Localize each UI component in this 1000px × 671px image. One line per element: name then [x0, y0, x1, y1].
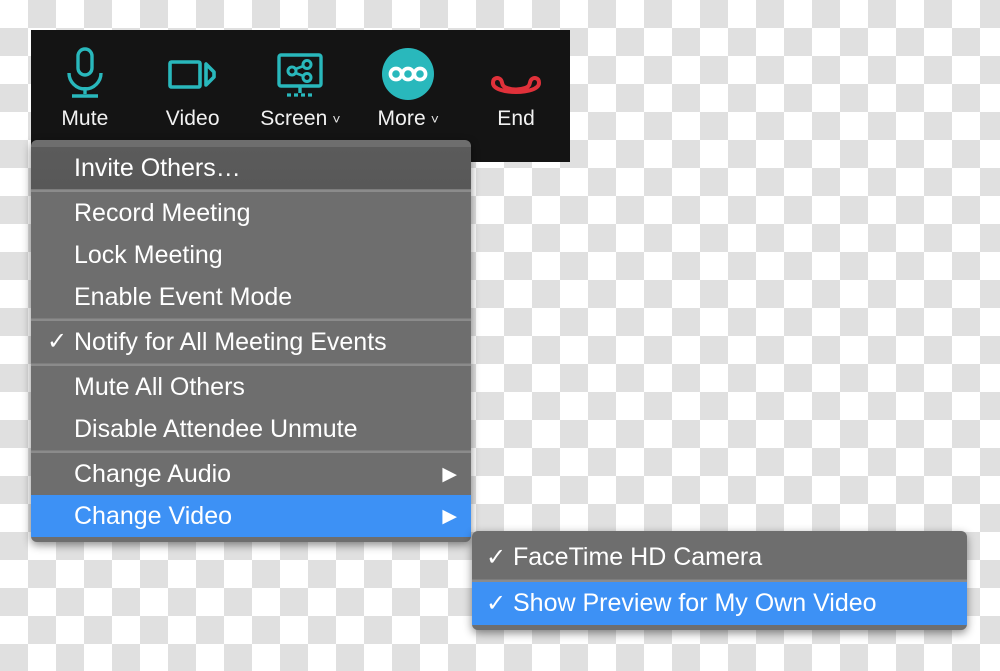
menu-item-label: Change Video: [74, 504, 432, 529]
menu-item-label: Invite Others…: [74, 156, 457, 181]
screen-share-icon: [274, 44, 326, 106]
menu-item-label: Lock Meeting: [74, 243, 457, 268]
more-dropdown-menu: ✓Invite Others…✓Record Meeting✓Lock Meet…: [31, 140, 471, 542]
menu-item-label: Record Meeting: [74, 201, 457, 226]
toolbar-label-mute-text: Mute: [61, 108, 108, 129]
checkmark-placeholder: ✓: [47, 243, 74, 267]
more-ellipsis-icon: [379, 44, 437, 106]
menu-top-padding: [31, 140, 471, 147]
toolbar-label-end-text: End: [497, 108, 535, 129]
menu-item-disable-attendee-unmute[interactable]: ✓Disable Attendee Unmute: [31, 408, 471, 450]
menu-item-change-video[interactable]: ✓Change Video ▶: [31, 495, 471, 537]
chevron-down-icon: ˅: [332, 112, 340, 126]
menu-section-invite: ✓Invite Others…: [31, 147, 471, 189]
checkmark-placeholder: ✓: [47, 375, 74, 399]
microphone-icon: [62, 44, 108, 106]
menu-item-label: Enable Event Mode: [74, 285, 457, 310]
toolbar-label-video-text: Video: [166, 108, 220, 129]
checkmark-placeholder: ✓: [47, 285, 74, 309]
menu-item-label: Show Preview for My Own Video: [513, 591, 953, 616]
menu-section-preview: ✓Show Preview for My Own Video: [472, 582, 967, 625]
toolbar-label-video: Video: [166, 108, 220, 129]
menu-item-record-meeting[interactable]: ✓Record Meeting: [31, 192, 471, 234]
menu-section-meeting-controls: ✓Record Meeting✓Lock Meeting✓Enable Even…: [31, 192, 471, 318]
menu-item-enable-event-mode[interactable]: ✓Enable Event Mode: [31, 276, 471, 318]
checkmark-placeholder: ✓: [47, 201, 74, 225]
toolbar-label-mute: Mute: [61, 108, 108, 129]
change-video-submenu: ✓FaceTime HD Camera✓Show Preview for My …: [472, 531, 967, 630]
menu-item-lock-meeting[interactable]: ✓Lock Meeting: [31, 234, 471, 276]
menu-item-show-preview-for-my-own-video[interactable]: ✓Show Preview for My Own Video: [472, 582, 967, 625]
checkmark-icon: ✓: [47, 330, 74, 354]
menu-item-label: Change Audio: [74, 462, 432, 487]
toolbar-button-end[interactable]: End: [462, 30, 570, 162]
video-camera-icon: [166, 44, 220, 106]
submenu-arrow-icon: ▶: [442, 507, 457, 526]
toolbar-label-end: End: [497, 108, 535, 129]
menu-section-cameras: ✓FaceTime HD Camera: [472, 536, 967, 579]
checkmark-placeholder: ✓: [47, 417, 74, 441]
menu-item-label: FaceTime HD Camera: [513, 545, 953, 570]
toolbar-label-screen-text: Screen: [260, 108, 327, 129]
toolbar-label-more: More ˅: [378, 108, 440, 129]
menu-item-change-audio[interactable]: ✓Change Audio ▶: [31, 453, 471, 495]
checkmark-placeholder: ✓: [47, 504, 74, 528]
menu-item-mute-all-others[interactable]: ✓Mute All Others: [31, 366, 471, 408]
toolbar-label-more-text: More: [378, 108, 426, 129]
menu-section-notifications: ✓Notify for All Meeting Events: [31, 321, 471, 363]
end-call-icon: [485, 44, 547, 106]
menu-item-label: Mute All Others: [74, 375, 457, 400]
menu-item-facetime-hd-camera[interactable]: ✓FaceTime HD Camera: [472, 536, 967, 579]
checkmark-icon: ✓: [486, 592, 513, 616]
menu-item-label: Notify for All Meeting Events: [74, 330, 457, 355]
toolbar-label-screen: Screen ˅: [260, 108, 340, 129]
submenu-arrow-icon: ▶: [442, 465, 457, 484]
menu-section-devices: ✓Change Audio ▶ ✓Change Video ▶: [31, 453, 471, 537]
checkmark-placeholder: ✓: [47, 462, 74, 486]
checkmark-icon: ✓: [486, 546, 513, 570]
menu-item-notify-all-meeting-events[interactable]: ✓Notify for All Meeting Events: [31, 321, 471, 363]
menu-item-label: Disable Attendee Unmute: [74, 417, 457, 442]
checkmark-placeholder: ✓: [47, 156, 74, 180]
menu-item-invite-others[interactable]: ✓Invite Others…: [31, 147, 471, 189]
chevron-down-icon: ˅: [431, 112, 439, 126]
menu-section-attendees: ✓Mute All Others✓Disable Attendee Unmute: [31, 366, 471, 450]
